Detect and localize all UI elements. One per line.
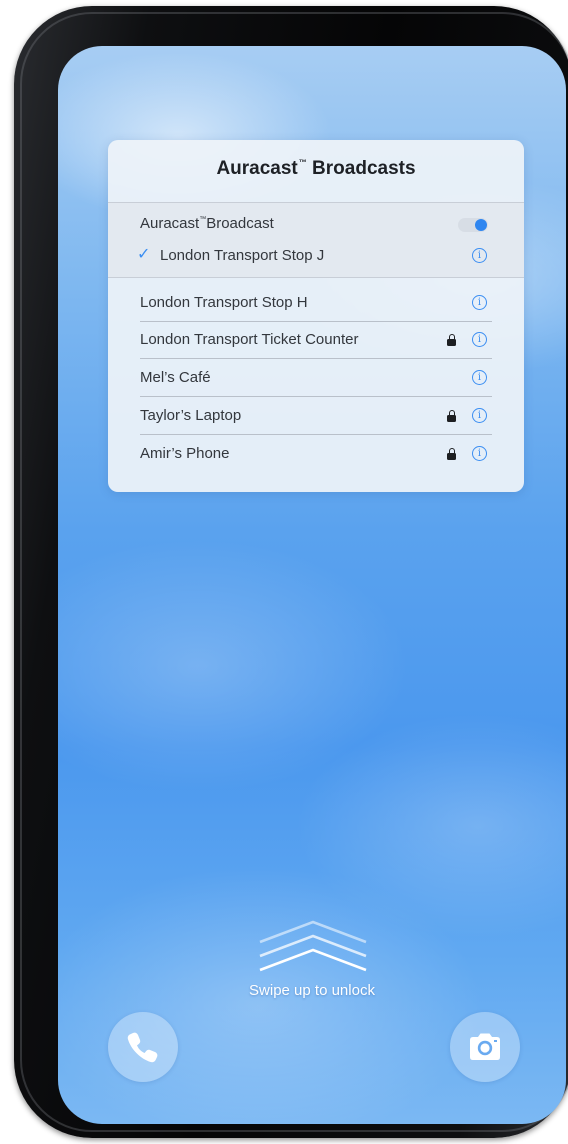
broadcast-row[interactable]: London Transport Stop H i (140, 285, 492, 322)
info-icon[interactable]: i (472, 248, 487, 263)
lock-icon (447, 448, 456, 460)
lock-icon (447, 410, 456, 422)
broadcast-label: Taylor’s Laptop (140, 407, 242, 424)
panel-title-suffix: Broadcasts (306, 158, 416, 179)
info-icon[interactable]: i (472, 295, 487, 310)
lock-screen: Auracast™ Broadcasts Auracast™Broadcast … (58, 46, 566, 1124)
info-icon[interactable]: i (472, 446, 487, 461)
broadcast-row[interactable]: Taylor’s Laptop i (140, 398, 492, 435)
broadcast-label: Amir’s Phone (140, 445, 230, 462)
broadcast-row[interactable]: Mel’s Café i (140, 360, 492, 397)
checkmark-icon: ✓ (137, 246, 151, 263)
auracast-toggle-row[interactable]: Auracast™Broadcast (140, 206, 492, 242)
broadcast-label: London Transport Ticket Counter (140, 331, 359, 348)
toggle-row-label: Auracast™Broadcast (140, 215, 274, 232)
selected-broadcast-row[interactable]: ✓ London Transport Stop J i (137, 238, 492, 274)
lock-icon (447, 334, 456, 346)
divider (108, 277, 524, 278)
panel-title: Auracast™ Broadcasts (108, 158, 524, 180)
camera-button[interactable] (450, 1012, 520, 1082)
toggle-knob (475, 219, 487, 231)
phone-button[interactable] (108, 1012, 178, 1082)
broadcast-label: London Transport Stop H (140, 294, 308, 311)
broadcast-row[interactable]: London Transport Ticket Counter i (140, 322, 492, 359)
broadcast-label: Mel’s Café (140, 369, 211, 386)
info-icon[interactable]: i (472, 408, 487, 423)
info-icon[interactable]: i (472, 332, 487, 347)
auracast-toggle-switch[interactable] (458, 218, 488, 232)
selected-broadcast-label: London Transport Stop J (160, 247, 325, 264)
info-icon[interactable]: i (472, 370, 487, 385)
broadcast-row[interactable]: Amir’s Phone i (140, 436, 492, 472)
phone-icon (127, 1032, 158, 1063)
trademark-mark: ™ (298, 158, 307, 167)
camera-icon (470, 1033, 500, 1060)
phone-frame: Auracast™ Broadcasts Auracast™Broadcast … (14, 6, 568, 1138)
auracast-broadcasts-panel: Auracast™ Broadcasts Auracast™Broadcast … (108, 140, 524, 492)
panel-title-text: Auracast (216, 158, 298, 179)
swipe-up-hint: Swipe up to unlock (249, 982, 375, 999)
swipe-up-chevron-icon[interactable] (258, 920, 368, 976)
